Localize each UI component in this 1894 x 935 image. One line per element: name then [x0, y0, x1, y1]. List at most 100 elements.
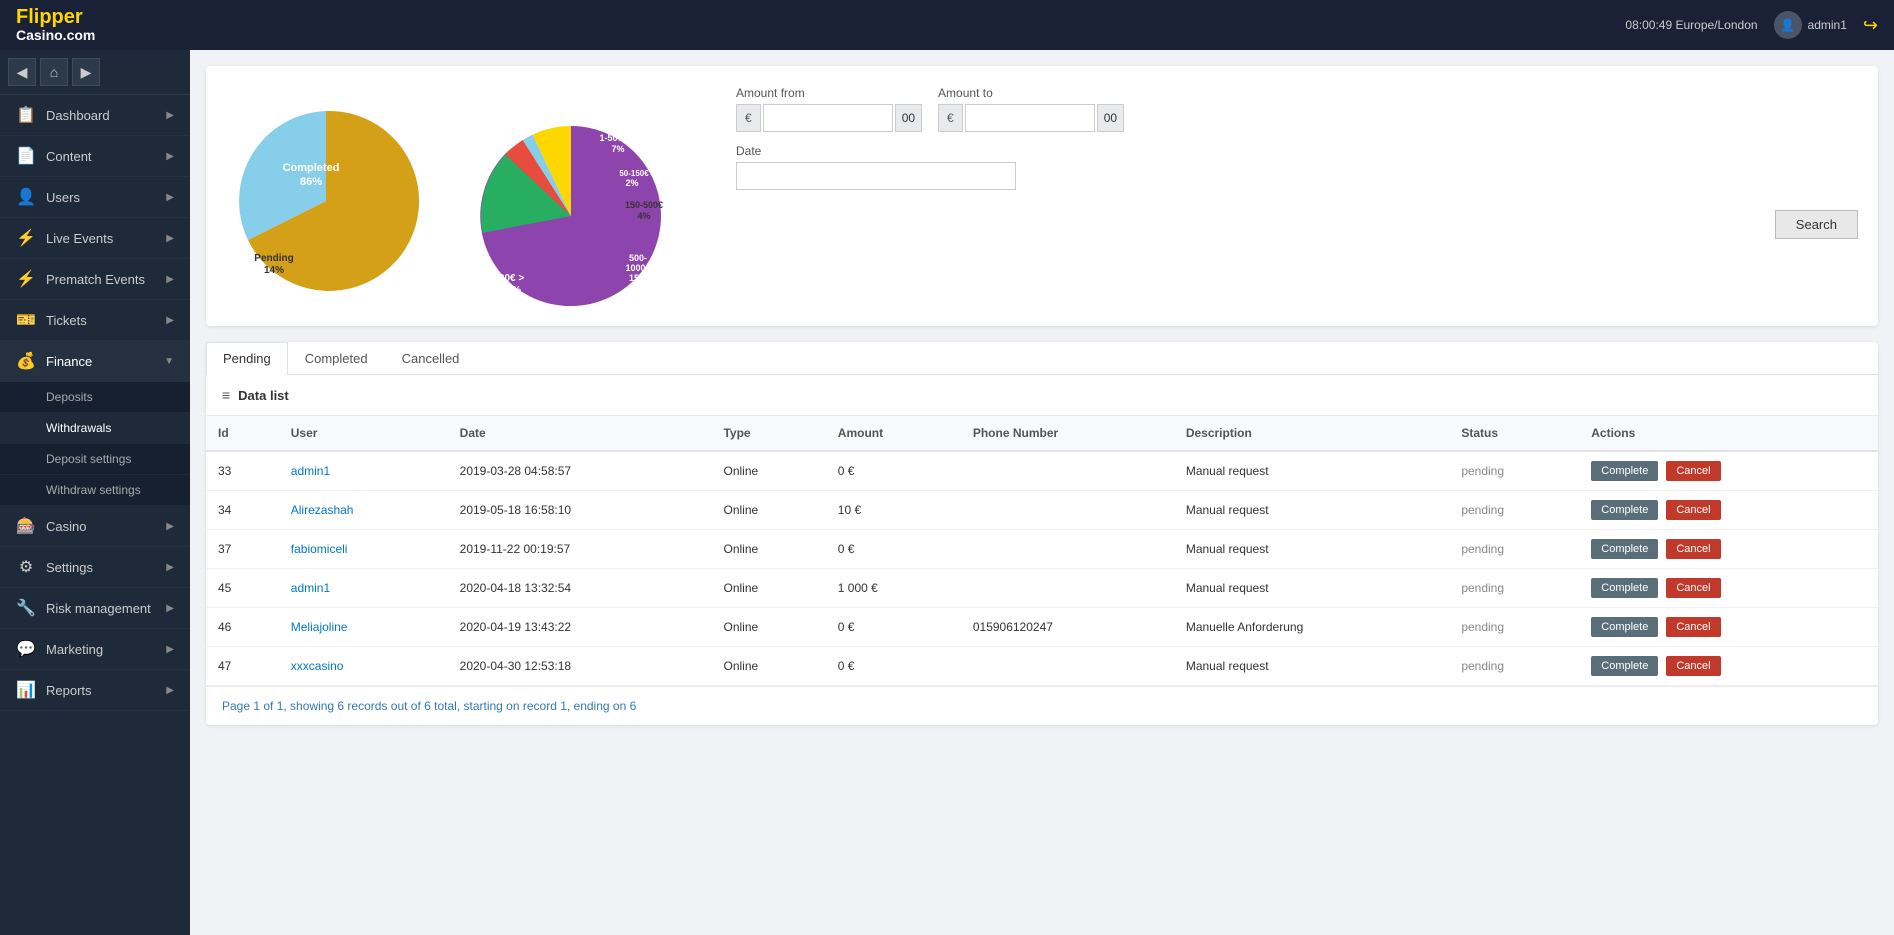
- tab-cancelled[interactable]: Cancelled: [385, 342, 477, 374]
- sidebar-label-reports: Reports: [46, 683, 92, 698]
- user-link[interactable]: admin1: [291, 581, 330, 595]
- col-actions: Actions: [1579, 416, 1878, 451]
- logo-flipper: Flipper: [16, 6, 95, 28]
- chevron-right-icon: ▶: [166, 685, 174, 696]
- amount-filter-row: Amount from € 00 Amount to €: [736, 86, 1858, 132]
- topbar-user: 👤 admin1: [1774, 11, 1847, 39]
- col-amount: Amount: [826, 416, 961, 451]
- complete-button[interactable]: Complete: [1591, 656, 1658, 676]
- cancel-button[interactable]: Cancel: [1666, 461, 1720, 481]
- table-row: 37 fabiomiceli 2019-11-22 00:19:57 Onlin…: [206, 530, 1878, 569]
- cell-user[interactable]: fabiomiceli: [279, 530, 448, 569]
- sidebar-label-users: Users: [46, 190, 80, 205]
- complete-button[interactable]: Complete: [1591, 617, 1658, 637]
- svg-text:50-150€: 50-150€: [619, 169, 649, 178]
- status-badge: pending: [1461, 581, 1504, 595]
- tabs-row: Pending Completed Cancelled: [206, 342, 1878, 375]
- cell-actions: Complete Cancel: [1579, 451, 1878, 491]
- tab-pending[interactable]: Pending: [206, 342, 288, 375]
- cancel-button[interactable]: Cancel: [1666, 656, 1720, 676]
- cell-user[interactable]: admin1: [279, 451, 448, 491]
- cell-user[interactable]: Meliajoline: [279, 608, 448, 647]
- cell-user[interactable]: admin1: [279, 569, 448, 608]
- cell-phone: [961, 569, 1174, 608]
- svg-text:86%: 86%: [300, 176, 322, 188]
- cancel-button[interactable]: Cancel: [1666, 539, 1720, 559]
- reports-icon: 📊: [16, 680, 36, 700]
- cell-id: 37: [206, 530, 279, 569]
- cell-phone: 015906120247: [961, 608, 1174, 647]
- data-list-title: Data list: [238, 388, 289, 403]
- svg-text:72%: 72%: [501, 285, 521, 296]
- complete-button[interactable]: Complete: [1591, 539, 1658, 559]
- sidebar-item-withdraw-settings[interactable]: Withdraw settings: [0, 475, 190, 506]
- chevron-right-icon: ▶: [166, 521, 174, 532]
- date-input[interactable]: [736, 162, 1016, 190]
- cell-amount: 0 €: [826, 608, 961, 647]
- cell-status: pending: [1449, 491, 1579, 530]
- sidebar-item-deposits[interactable]: Deposits: [0, 382, 190, 413]
- cell-description: Manual request: [1174, 647, 1449, 686]
- user-link[interactable]: admin1: [291, 464, 330, 478]
- sidebar-item-content[interactable]: 📄 Content ▶: [0, 136, 190, 177]
- sidebar-item-risk-management[interactable]: 🔧 Risk management ▶: [0, 588, 190, 629]
- cell-id: 45: [206, 569, 279, 608]
- complete-button[interactable]: Complete: [1591, 461, 1658, 481]
- table-header-row: Id User Date Type Amount Phone Number De…: [206, 416, 1878, 451]
- amount-to-input[interactable]: [965, 104, 1095, 132]
- logout-icon[interactable]: ↪: [1863, 15, 1878, 36]
- cell-date: 2019-11-22 00:19:57: [448, 530, 712, 569]
- svg-text:4%: 4%: [637, 211, 650, 221]
- sidebar-item-live-events[interactable]: ⚡ Live Events ▶: [0, 218, 190, 259]
- sidebar-item-tickets[interactable]: 🎫 Tickets ▶: [0, 300, 190, 341]
- users-icon: 👤: [16, 187, 36, 207]
- sidebar-item-prematch-events[interactable]: ⚡ Prematch Events ▶: [0, 259, 190, 300]
- cell-user[interactable]: xxxcasino: [279, 647, 448, 686]
- svg-text:2%: 2%: [625, 178, 638, 188]
- sidebar-item-users[interactable]: 👤 Users ▶: [0, 177, 190, 218]
- cancel-button[interactable]: Cancel: [1666, 578, 1720, 598]
- col-status: Status: [1449, 416, 1579, 451]
- sidebar-item-settings[interactable]: ⚙ Settings ▶: [0, 547, 190, 588]
- sidebar-item-casino[interactable]: 🎰 Casino ▶: [0, 506, 190, 547]
- svg-text:1-50€: 1-50€: [599, 133, 622, 143]
- complete-button[interactable]: Complete: [1591, 578, 1658, 598]
- status-badge: pending: [1461, 659, 1504, 673]
- nav-forward-btn[interactable]: ▶: [72, 58, 100, 86]
- sidebar-label-risk-management: Risk management: [46, 601, 151, 616]
- cell-type: Online: [711, 647, 825, 686]
- user-link[interactable]: Meliajoline: [291, 620, 348, 634]
- amount-from-input[interactable]: [763, 104, 893, 132]
- amount-from-cents: 00: [895, 104, 922, 132]
- search-button[interactable]: Search: [1775, 210, 1858, 239]
- cell-user[interactable]: Alirezashah: [279, 491, 448, 530]
- sidebar-item-deposit-settings[interactable]: Deposit settings: [0, 444, 190, 475]
- cell-description: Manual request: [1174, 451, 1449, 491]
- cell-status: pending: [1449, 608, 1579, 647]
- pagination-text: Page 1 of 1, showing 6 records out of 6 …: [222, 699, 636, 713]
- svg-text:Completed: Completed: [283, 162, 340, 174]
- sidebar-item-withdrawals[interactable]: Withdrawals: [0, 413, 190, 444]
- amount-from-group: Amount from € 00: [736, 86, 922, 132]
- sidebar-item-reports[interactable]: 📊 Reports ▶: [0, 670, 190, 711]
- nav-back-btn[interactable]: ◀: [8, 58, 36, 86]
- user-link[interactable]: fabiomiceli: [291, 542, 348, 556]
- user-link[interactable]: xxxcasino: [291, 659, 344, 673]
- cancel-button[interactable]: Cancel: [1666, 617, 1720, 637]
- nav-home-btn[interactable]: ⌂: [40, 58, 68, 86]
- sidebar-item-dashboard[interactable]: 📋 Dashboard ▶: [0, 95, 190, 136]
- sidebar-item-finance[interactable]: 💰 Finance ▼: [0, 341, 190, 382]
- currency-to-symbol: €: [938, 104, 963, 132]
- content-icon: 📄: [16, 146, 36, 166]
- chevron-right-icon: ▶: [166, 603, 174, 614]
- complete-button[interactable]: Complete: [1591, 500, 1658, 520]
- cell-date: 2020-04-18 13:32:54: [448, 569, 712, 608]
- settings-icon: ⚙: [16, 557, 36, 577]
- sidebar-item-marketing[interactable]: 💬 Marketing ▶: [0, 629, 190, 670]
- cancel-button[interactable]: Cancel: [1666, 500, 1720, 520]
- user-link[interactable]: Alirezashah: [291, 503, 354, 517]
- tickets-icon: 🎫: [16, 310, 36, 330]
- tab-completed[interactable]: Completed: [288, 342, 385, 374]
- cell-date: 2020-04-30 12:53:18: [448, 647, 712, 686]
- table-row: 45 admin1 2020-04-18 13:32:54 Online 1 0…: [206, 569, 1878, 608]
